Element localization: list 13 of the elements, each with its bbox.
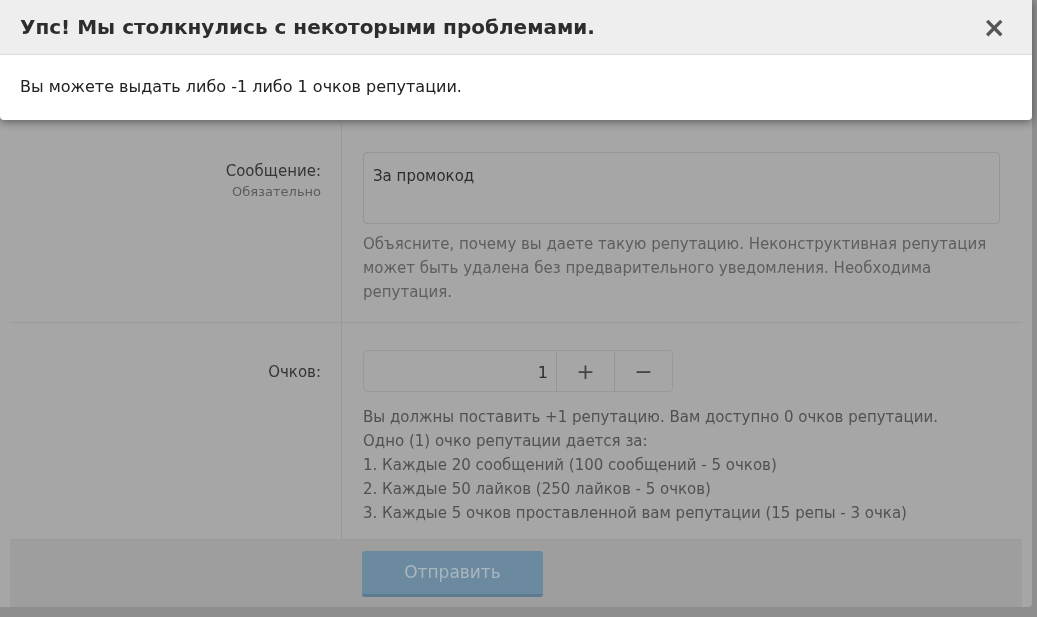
info-line: 3. Каждые 5 очков проставленной вам репутации (15 репы - 3 очка): [363, 503, 908, 524]
info-line: Одно (1) очко репутации дается за:: [363, 431, 649, 452]
info-line: 2. Каждые 50 лайков (250 лайков - 5 очков): [363, 479, 712, 500]
field-explanation: Объясните, почему вы даете такую репутацию. Неконструктивная репутация может быть удалена без предварительного уведомления. Необходима репутация.: [363, 234, 988, 303]
info-line: Вы должны поставить +1 репутацию. Вам доступно 0 очков репутации.: [363, 407, 939, 428]
message-field[interactable]: За промокод: [363, 152, 1000, 224]
dialog-title: Упс! Мы столкнулись с некоторыми проблемами.: [20, 15, 595, 39]
dialog-message: Вы можете выдать либо -1 либо 1 очков репутации.: [19, 76, 463, 98]
field-label: Очков:: [268, 363, 321, 381]
field-hint: Обязательно: [232, 184, 321, 199]
info-line: 1. Каждые 20 сообщений (100 сообщений - 5 очков): [363, 455, 778, 476]
close-button[interactable]: ×: [976, 10, 1012, 44]
field-label: Сообщение:: [225, 162, 321, 180]
